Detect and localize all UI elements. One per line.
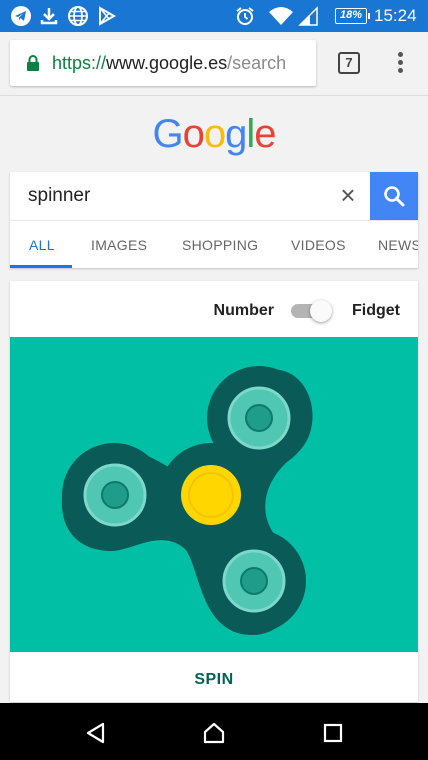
url-bar[interactable]: https://www.google.es/search bbox=[10, 40, 316, 86]
battery-indicator: 18% bbox=[335, 8, 370, 24]
home-icon[interactable] bbox=[202, 721, 226, 745]
download-icon bbox=[40, 8, 58, 25]
fidget-spinner-card: Number Fidget SPIN bbox=[10, 281, 418, 702]
recents-icon[interactable] bbox=[321, 721, 345, 745]
toggle-label-number: Number bbox=[213, 302, 274, 319]
tab-switcher-button[interactable]: 7 bbox=[338, 52, 360, 74]
tab-videos[interactable]: VIDEOS bbox=[291, 237, 346, 253]
tab-images[interactable]: IMAGES bbox=[91, 237, 147, 253]
logo-letter: o bbox=[203, 112, 226, 156]
status-bar: 18% 15:24 bbox=[0, 0, 428, 32]
clear-search-button[interactable]: × bbox=[336, 182, 360, 208]
url-scheme: https:// bbox=[52, 53, 107, 73]
system-nav-bar bbox=[0, 703, 428, 760]
url-text: https://www.google.es/search bbox=[52, 53, 286, 74]
bearing-left bbox=[83, 463, 147, 527]
search-icon bbox=[384, 186, 405, 207]
telegram-icon bbox=[11, 6, 31, 26]
play-store-icon bbox=[99, 6, 117, 26]
url-path: /search bbox=[227, 53, 287, 73]
tab-news[interactable]: NEWS bbox=[378, 237, 418, 253]
logo-letter: g bbox=[225, 112, 247, 156]
spin-button[interactable]: SPIN bbox=[10, 652, 418, 702]
search-box: × bbox=[10, 172, 418, 220]
bearing-bottom bbox=[222, 549, 286, 613]
lock-icon bbox=[27, 55, 39, 71]
fidget-spinner[interactable] bbox=[10, 337, 418, 652]
google-logo: Google bbox=[0, 112, 428, 158]
search-button[interactable] bbox=[370, 172, 418, 220]
browser-toolbar: https://www.google.es/search 7 bbox=[0, 32, 428, 96]
logo-letter: e bbox=[254, 112, 276, 156]
url-host: www.google.es bbox=[106, 53, 228, 73]
bearing-top bbox=[227, 386, 291, 450]
overflow-menu-icon[interactable] bbox=[392, 50, 408, 76]
wifi-icon bbox=[269, 7, 293, 25]
mode-toggle-row: Number Fidget bbox=[10, 281, 418, 337]
logo-letter: G bbox=[152, 112, 183, 156]
signal-icon bbox=[298, 6, 318, 26]
tab-shopping[interactable]: SHOPPING bbox=[182, 237, 258, 253]
mode-switch[interactable] bbox=[291, 299, 335, 323]
spinner-canvas bbox=[10, 337, 418, 652]
logo-letter: o bbox=[182, 112, 205, 156]
active-tab-indicator bbox=[10, 265, 72, 268]
clock: 15:24 bbox=[374, 6, 417, 25]
toggle-label-fidget: Fidget bbox=[352, 302, 400, 319]
back-icon[interactable] bbox=[84, 721, 108, 745]
center-cap bbox=[181, 465, 241, 525]
globe-icon bbox=[68, 6, 88, 26]
switch-thumb bbox=[310, 300, 332, 322]
search-tabs: ALL IMAGES SHOPPING VIDEOS NEWS bbox=[10, 220, 418, 268]
tab-all[interactable]: ALL bbox=[29, 237, 55, 253]
search-input[interactable] bbox=[18, 176, 338, 216]
alarm-icon bbox=[236, 7, 254, 25]
